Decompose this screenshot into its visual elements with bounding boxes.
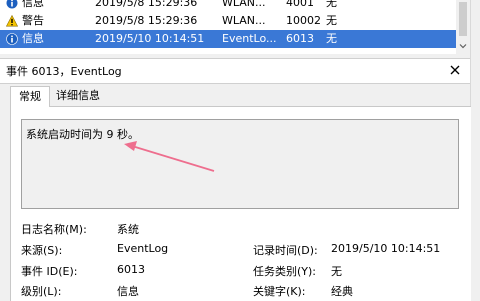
warning-icon [6, 15, 18, 27]
event-row-selected[interactable]: 信息 2019/5/10 10:14:51 EventLo... 6013 无 [0, 30, 456, 48]
source-value: EventLog [117, 242, 169, 255]
tab-general[interactable]: 常规 [10, 86, 50, 107]
event-date: 2019/5/10 10:14:51 [95, 32, 205, 45]
keywords-value: 经典 [331, 285, 353, 298]
properties-title: 事件 6013，EventLog [6, 65, 122, 78]
event-date: 2019/5/8 15:29:36 [95, 14, 198, 27]
event-level: 信息 [22, 0, 44, 9]
event-source: WLAN... [222, 14, 266, 27]
event-id: 10002 [286, 14, 321, 27]
close-icon[interactable] [448, 63, 462, 77]
event-id-value: 6013 [117, 263, 145, 276]
event-row[interactable]: 信息 2019/5/8 15:29:36 WLAN... 4001 无 [0, 0, 456, 12]
task-category-label: 任务类别(Y): [253, 265, 317, 278]
list-scrollbar[interactable] [456, 0, 470, 54]
tab-details[interactable]: 详细信息 [56, 86, 108, 106]
general-panel: 系统启动时间为 9 秒。 日志名称(M): 系统 来源(S): EventLog… [10, 106, 471, 301]
scrollbar-thumb[interactable] [459, 2, 467, 36]
event-source: EventLo... [222, 32, 277, 45]
level-label: 级别(L): [21, 285, 62, 298]
event-row[interactable]: 警告 2019/5/8 15:29:36 WLAN... 10002 无 [0, 12, 456, 30]
keywords-label: 关键字(K): [253, 285, 306, 298]
event-task: 无 [326, 14, 337, 27]
properties-header: 事件 6013，EventLog [0, 58, 470, 84]
logged-label: 记录时间(D): [253, 244, 318, 257]
event-message-box[interactable]: 系统启动时间为 9 秒。 [21, 119, 459, 209]
event-date: 2019/5/8 15:29:36 [95, 0, 198, 9]
event-level: 信息 [22, 32, 44, 45]
event-level: 警告 [22, 14, 44, 27]
event-task: 无 [326, 0, 337, 9]
source-label: 来源(S): [21, 244, 63, 257]
scroll-down-icon[interactable] [459, 42, 467, 50]
logged-value: 2019/5/10 10:14:51 [331, 242, 441, 255]
event-list[interactable]: 信息 2019/5/8 15:29:36 WLAN... 4001 无 警告 2… [0, 0, 470, 54]
event-id: 6013 [286, 32, 314, 45]
event-id: 4001 [286, 0, 314, 9]
info-icon [6, 33, 18, 45]
info-icon [6, 0, 18, 9]
log-name-value: 系统 [117, 223, 139, 236]
task-category-value: 无 [331, 265, 342, 278]
event-task: 无 [326, 32, 337, 45]
event-message: 系统启动时间为 9 秒。 [26, 128, 139, 141]
right-frame [470, 0, 480, 300]
event-id-label: 事件 ID(E): [21, 265, 78, 278]
level-value: 信息 [117, 285, 139, 298]
event-source: WLAN... [222, 0, 266, 9]
log-name-label: 日志名称(M): [21, 223, 87, 236]
